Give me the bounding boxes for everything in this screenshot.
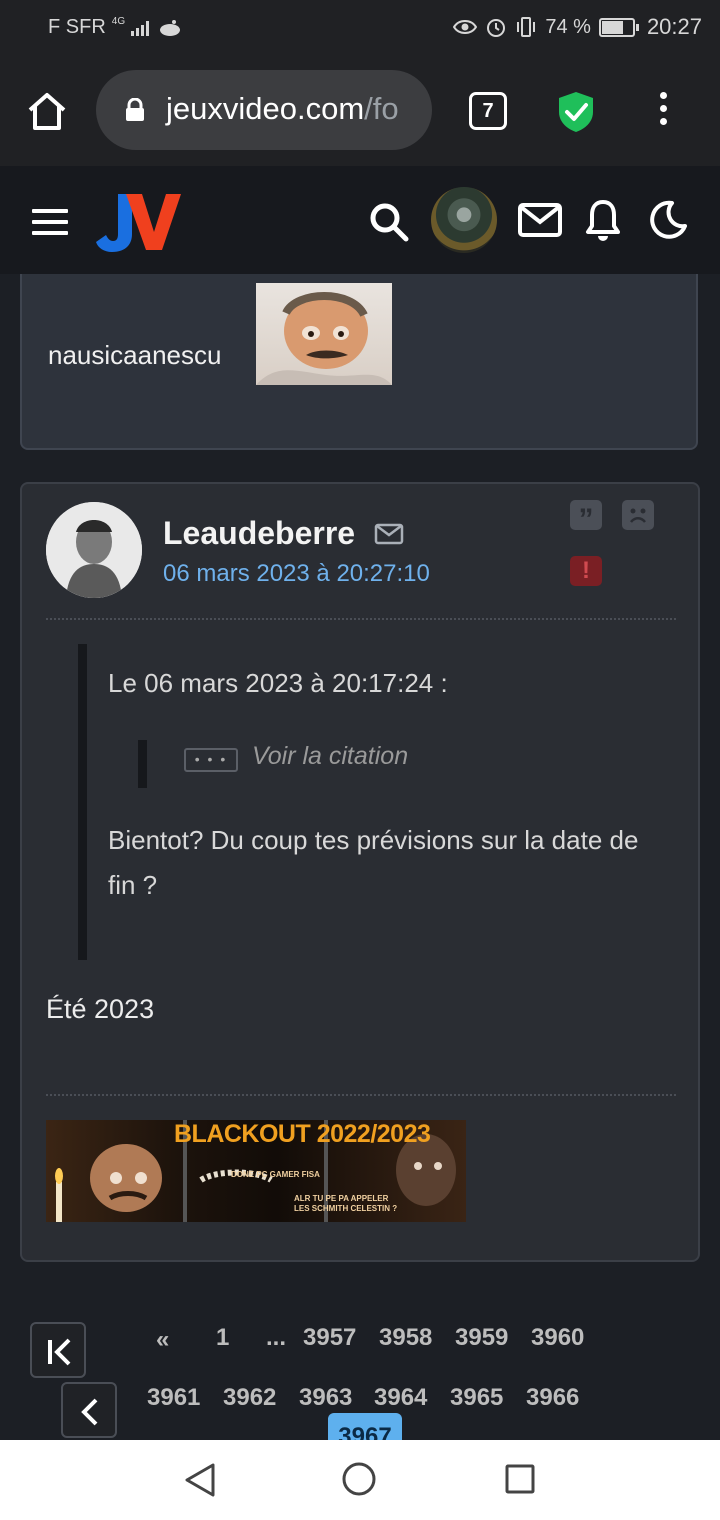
user-avatar[interactable] [431,187,497,253]
network-type: 4G [111,16,126,27]
signature-banner: BLACKOUT 2022/2023 DONE PC GAMER FISA AL… [46,1120,466,1222]
tab-switcher-button[interactable]: 7 [469,92,507,130]
sticker-image [256,283,392,385]
page-link[interactable]: 3964 [374,1384,427,1412]
url-path: /fo [364,91,399,126]
site-header [0,166,720,274]
status-bar: F SFR 4G 74 % 20:27 [0,0,720,56]
recent-apps-icon[interactable] [505,1464,535,1494]
system-nav-bar [0,1440,720,1520]
vibrate-icon [517,17,536,37]
page-link[interactable]: 3958 [379,1324,432,1352]
bell-icon[interactable] [585,198,621,242]
author-name[interactable]: Leaudeberre [163,515,355,552]
page-link[interactable]: 3962 [223,1384,276,1412]
quote-header: Le 06 mars 2023 à 20:17:24 : [108,668,448,698]
page-link[interactable]: 3965 [450,1384,503,1412]
page-link[interactable]: 3960 [531,1324,584,1352]
signal-icon [131,20,150,36]
quote-icon[interactable]: ” [570,500,602,536]
page-link[interactable]: 3966 [526,1384,579,1412]
url-domain: jeuxvideo.com [166,91,365,126]
jv-logo[interactable] [96,190,182,254]
home-nav-icon[interactable] [342,1462,376,1496]
address-bar[interactable]: jeuxvideo.com/fo [96,70,432,150]
url-text: jeuxvideo.com/fo [166,91,399,127]
separator [46,1094,676,1096]
pagination-prev[interactable]: « [156,1326,169,1354]
previous-page-button[interactable] [61,1382,117,1438]
expand-quote-button[interactable]: • • • [184,748,238,772]
browser-toolbar: jeuxvideo.com/fo 7 [0,56,720,166]
report-icon[interactable]: ! [570,556,602,586]
post-message: Été 2023 [46,994,155,1024]
battery-icon [598,17,639,37]
signature-line-1: DONE PC GAMER FISA [231,1170,320,1179]
quote-text: Bientot? Du coup tes prévisions sur la d… [108,825,639,900]
lock-icon [126,98,144,121]
menu-icon[interactable] [656,92,670,132]
mail-icon[interactable] [518,202,562,238]
moon-icon[interactable] [648,200,688,240]
battery-percent: 74 % [545,15,591,38]
hamburger-icon[interactable] [32,209,68,235]
first-page-button[interactable] [30,1322,86,1378]
page-link[interactable]: 3957 [303,1324,356,1352]
eye-icon [453,20,478,34]
page-link[interactable]: 3959 [455,1324,508,1352]
search-icon[interactable] [368,201,410,243]
separator [46,618,676,620]
carrier-label: F SFR [48,16,106,38]
current-page: 3967 [328,1413,402,1440]
previous-post-card: nausicaanescu [20,274,698,450]
author-avatar[interactable] [46,502,142,598]
previous-post-username[interactable]: nausicaanescu [48,340,221,371]
forum-content: nausicaanescu Leaudeberre 06 mars 2023 à… [0,274,720,1440]
notification-icon [160,19,181,36]
back-icon[interactable] [183,1462,217,1498]
page-link[interactable]: 1 [216,1324,229,1352]
home-icon[interactable] [26,91,68,131]
sad-face-icon[interactable] [622,500,654,530]
quote-block: Le 06 mars 2023 à 20:17:24 : • • • Voir … [78,644,667,960]
clock: 20:27 [646,14,702,39]
shield-icon[interactable] [556,90,596,134]
pagination-ellipsis: ... [266,1324,287,1351]
pagination: « 1 ... 3957 3958 3959 3960 3961 3962 39… [0,1290,720,1440]
alarm-icon [487,19,506,37]
nested-quote: • • • Voir la citation [138,740,547,788]
signature-title: BLACKOUT 2022/2023 [174,1120,431,1148]
page-link[interactable]: 3963 [299,1384,352,1412]
view-quote-label[interactable]: Voir la citation [252,742,408,771]
post-card: Leaudeberre 06 mars 2023 à 20:27:10 ” ! … [20,482,700,1262]
signature-line-2: ALR TU PE PA APPELER LES SCHMITH CELESTI… [294,1194,398,1213]
page-link[interactable]: 3961 [147,1384,200,1412]
post-date[interactable]: 06 mars 2023 à 20:27:10 [163,560,430,588]
mail-icon[interactable] [374,522,404,546]
